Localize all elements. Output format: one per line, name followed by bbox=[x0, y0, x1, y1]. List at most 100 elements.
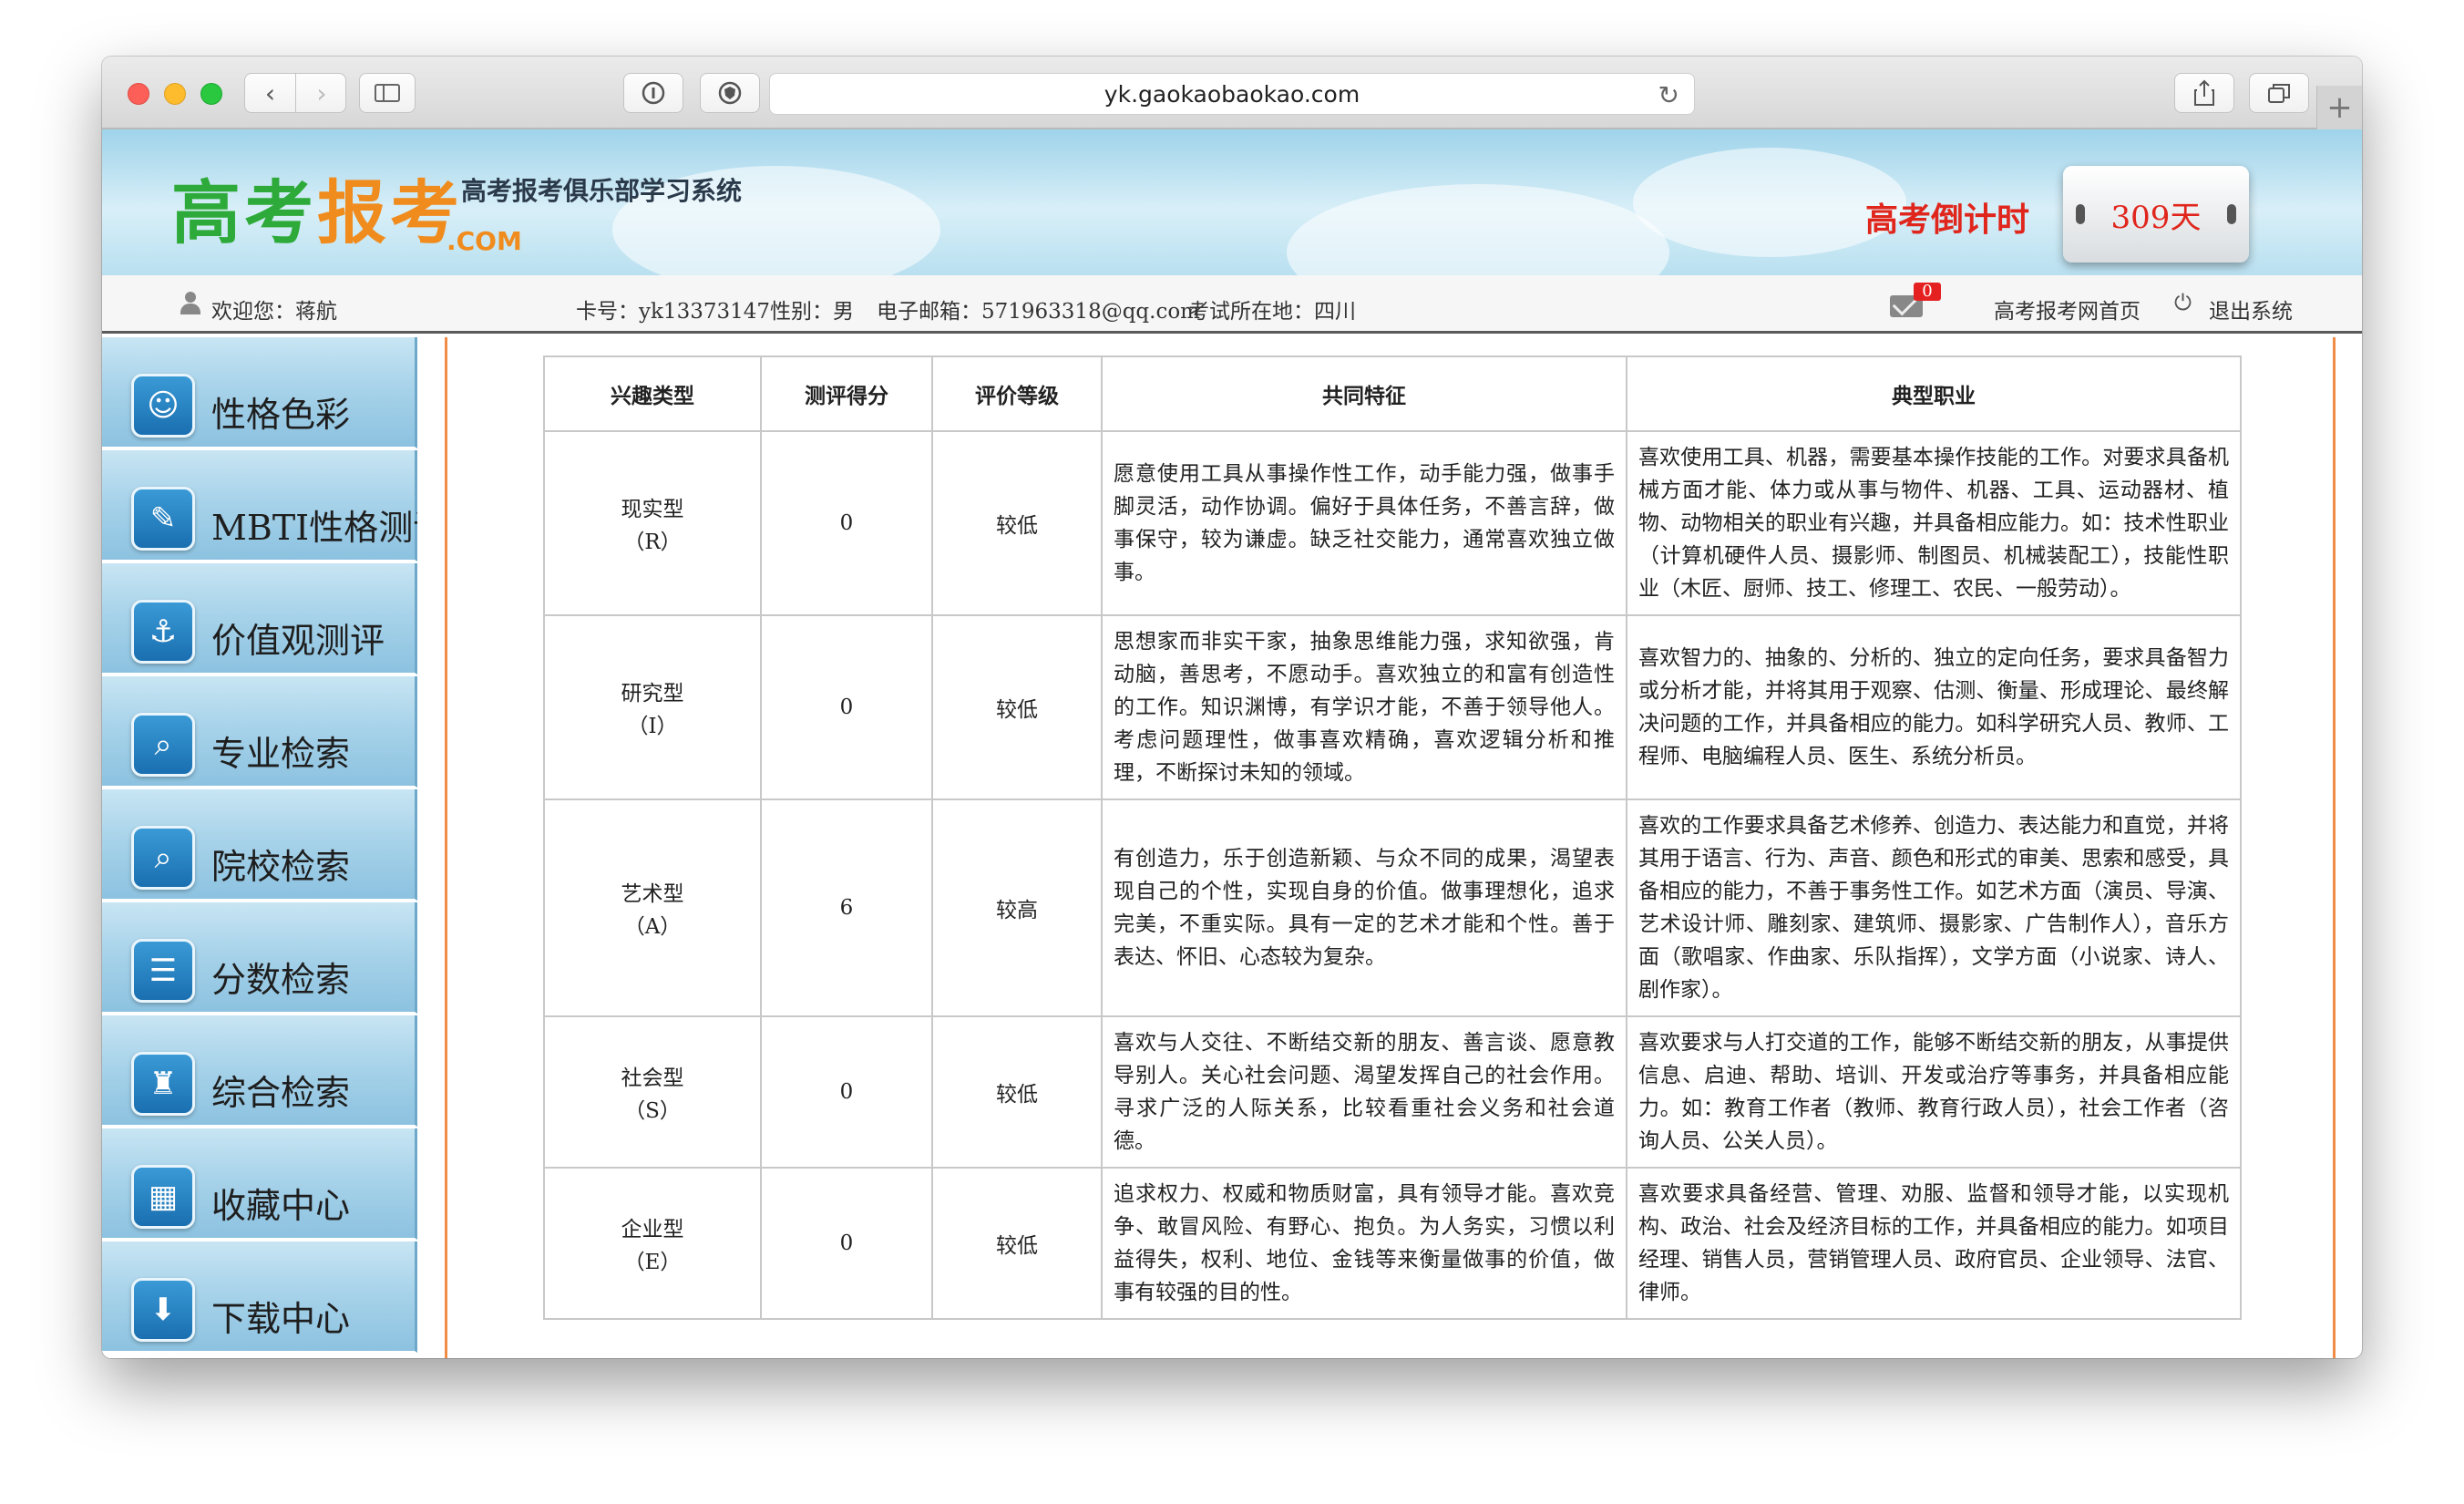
info-icon bbox=[642, 81, 665, 105]
column-header: 共同特征 bbox=[1101, 355, 1627, 432]
column-header: 测评得分 bbox=[760, 355, 933, 432]
interest-code: （E） bbox=[623, 1251, 682, 1274]
magnifier-building-icon: ⌕ bbox=[131, 826, 195, 890]
table-row: 企业型 （E） 0 较低 追求权力、权威和物质财富，具有领导才能。喜欢竞争、敢冒… bbox=[543, 1167, 2242, 1320]
interest-type-cell: 社会型 （S） bbox=[543, 1015, 762, 1169]
maximize-window-button[interactable] bbox=[200, 83, 222, 105]
interest-type-cell: 研究型 （I） bbox=[543, 614, 762, 800]
jobs-cell: 喜欢要求与人打交道的工作，能够不断结交新的朋友，从事提供信息、启迪、帮助、培训、… bbox=[1626, 1015, 2242, 1169]
score-cell: 0 bbox=[760, 430, 933, 616]
score-cell: 6 bbox=[760, 798, 933, 1017]
pin-icon bbox=[2076, 204, 2085, 224]
cloud-decoration bbox=[1287, 184, 1669, 275]
list-icon: ☰ bbox=[131, 939, 195, 1003]
table-row: 现实型 （R） 0 较低 愿意使用工具从事操作性工作，动手能力强，做事手脚灵活，… bbox=[543, 430, 2242, 616]
logo-text-part1: 高考 bbox=[171, 172, 317, 253]
interest-type: 现实型 bbox=[621, 498, 684, 521]
jobs-cell: 喜欢智力的、抽象的、分析的、独立的定向任务，要求具备智力或分析才能，并将其用于观… bbox=[1626, 614, 2242, 800]
navigation-buttons: ‹ › bbox=[244, 73, 346, 113]
site-logo[interactable]: 高考报考 bbox=[171, 157, 463, 257]
sidebar-menu: ☺ 性格色彩 ✎ MBTI性格测评 ⚓ 价值观测评 ⌕ 专业检索 ⌕ 院校检索 … bbox=[102, 337, 417, 1358]
plus-icon: + bbox=[2326, 89, 2353, 126]
sidebar-item-combined-search[interactable]: ♜ 综合检索 bbox=[102, 1015, 417, 1127]
anchor-icon: ⚓ bbox=[131, 600, 195, 664]
sidebar-item-label: 价值观测评 bbox=[211, 621, 385, 661]
url-text: yk.gaokaobaokao.com bbox=[1104, 80, 1360, 108]
jobs-cell: 喜欢的工作要求具备艺术修养、创造力、表达能力和直觉，并将其用于语言、行为、声音、… bbox=[1626, 798, 2242, 1017]
interest-type: 研究型 bbox=[621, 682, 684, 706]
traits-cell: 愿意使用工具从事操作性工作，动手能力强，做事手脚灵活，动作协调。偏好于具体任务，… bbox=[1101, 430, 1627, 616]
logo-text-part2: 报考 bbox=[317, 172, 463, 253]
mask-icon: ☺ bbox=[131, 374, 195, 438]
interest-code: （R） bbox=[623, 531, 682, 554]
sidebar-item-mbti[interactable]: ✎ MBTI性格测评 bbox=[102, 450, 417, 561]
user-icon bbox=[180, 292, 200, 317]
interest-type-cell: 企业型 （E） bbox=[543, 1167, 762, 1320]
table-row: 社会型 （S） 0 较低 喜欢与人交往、不断结交新的朋友、善言谈、愿意教导别人。… bbox=[543, 1015, 2242, 1169]
logout-link[interactable]: 退出系统 bbox=[2209, 294, 2293, 324]
tabs-overview-button[interactable] bbox=[2249, 73, 2309, 113]
sidebar-item-personality-color[interactable]: ☺ 性格色彩 bbox=[102, 337, 417, 448]
address-bar[interactable]: yk.gaokaobaokao.com ↻ bbox=[769, 73, 1695, 115]
sidebar-icon bbox=[375, 84, 400, 102]
desk-icon: ♜ bbox=[131, 1052, 195, 1116]
new-tab-button[interactable]: + bbox=[2316, 86, 2362, 129]
level-cell: 较高 bbox=[931, 798, 1103, 1017]
interest-type-cell: 艺术型 （A） bbox=[543, 798, 762, 1017]
sidebar-item-school-search[interactable]: ⌕ 院校检索 bbox=[102, 789, 417, 901]
interest-results-table: 兴趣类型 测评得分 评价等级 共同特征 典型职业 现实型 （R） 0 较低 愿意… bbox=[543, 355, 2242, 1320]
shield-icon bbox=[718, 81, 742, 105]
tabs-icon bbox=[2268, 84, 2290, 103]
minimize-window-button[interactable] bbox=[164, 83, 186, 105]
share-icon bbox=[2194, 79, 2214, 106]
power-icon[interactable]: ⏻ bbox=[2174, 290, 2192, 315]
magnifier-book-icon: ⌕ bbox=[131, 713, 195, 777]
close-window-button[interactable] bbox=[128, 83, 149, 105]
sidebar-item-downloads[interactable]: ⬇ 下载中心 bbox=[102, 1241, 417, 1353]
sidebar-item-label: 院校检索 bbox=[211, 847, 351, 887]
pin-icon bbox=[2227, 204, 2236, 224]
reload-icon[interactable]: ↻ bbox=[1658, 80, 1679, 110]
buildings-icon: ▦ bbox=[131, 1165, 195, 1229]
interest-type: 企业型 bbox=[621, 1218, 684, 1241]
sidebar-item-score-search[interactable]: ☰ 分数检索 bbox=[102, 902, 417, 1014]
level-cell: 较低 bbox=[931, 430, 1103, 616]
home-link[interactable]: 高考报考网首页 bbox=[1994, 294, 2141, 324]
sidebar-item-label: 下载中心 bbox=[211, 1299, 351, 1339]
interest-type: 艺术型 bbox=[621, 882, 684, 906]
sidebar-item-values[interactable]: ⚓ 价值观测评 bbox=[102, 563, 417, 675]
traits-cell: 追求权力、权威和物质财富，具有领导才能。喜欢竞争、敢冒风险、有野心、抱负。为人务… bbox=[1101, 1167, 1627, 1320]
interest-code: （S） bbox=[624, 1099, 681, 1123]
content-border-right bbox=[2333, 337, 2336, 1358]
privacy-shield-button[interactable] bbox=[700, 73, 760, 113]
score-cell: 0 bbox=[760, 614, 933, 800]
share-button[interactable] bbox=[2174, 73, 2234, 113]
jobs-cell: 喜欢要求具备经营、管理、劝服、监督和领导才能，以实现机构、政治、社会及经济目标的… bbox=[1626, 1167, 2242, 1320]
sidebar-item-favorites[interactable]: ▦ 收藏中心 bbox=[102, 1128, 417, 1240]
content-border-left bbox=[445, 337, 447, 1358]
level-cell: 较低 bbox=[931, 1015, 1103, 1169]
sidebar-item-major-search[interactable]: ⌕ 专业检索 bbox=[102, 676, 417, 788]
countdown-value: 309天 bbox=[2110, 199, 2202, 236]
forward-button[interactable]: › bbox=[296, 74, 345, 112]
user-info-bar: 欢迎您：蒋航 卡号：yk13373147 性别：男 电子邮箱：571963318… bbox=[102, 275, 2362, 334]
feather-icon: ✎ bbox=[131, 487, 195, 551]
sidebar-item-label: 性格色彩 bbox=[211, 395, 351, 435]
jobs-cell: 喜欢使用工具、机器，需要基本操作技能的工作。对要求具备机械方面才能、体力或从事与… bbox=[1626, 430, 2242, 616]
reader-info-button[interactable] bbox=[623, 73, 683, 113]
gender: 性别：男 bbox=[770, 300, 854, 324]
countdown-display: 309天 bbox=[2063, 166, 2249, 263]
chevron-left-icon: ‹ bbox=[264, 77, 276, 108]
sidebar-item-label: 综合检索 bbox=[211, 1073, 351, 1113]
exam-location: 考试所在地：四川 bbox=[1188, 300, 1356, 324]
back-button[interactable]: ‹ bbox=[245, 74, 296, 112]
email: 电子邮箱：571963318@qq.com bbox=[877, 300, 1200, 324]
countdown-label: 高考倒计时 bbox=[1865, 201, 2030, 239]
chevron-right-icon: › bbox=[316, 77, 327, 108]
level-cell: 较低 bbox=[931, 614, 1103, 800]
interest-type-cell: 现实型 （R） bbox=[543, 430, 762, 616]
sidebar-toggle-button[interactable] bbox=[359, 73, 416, 113]
welcome-text: 欢迎您：蒋航 bbox=[211, 300, 337, 324]
interest-code: （A） bbox=[623, 915, 682, 939]
sidebar-item-label: 分数检索 bbox=[211, 960, 351, 1000]
